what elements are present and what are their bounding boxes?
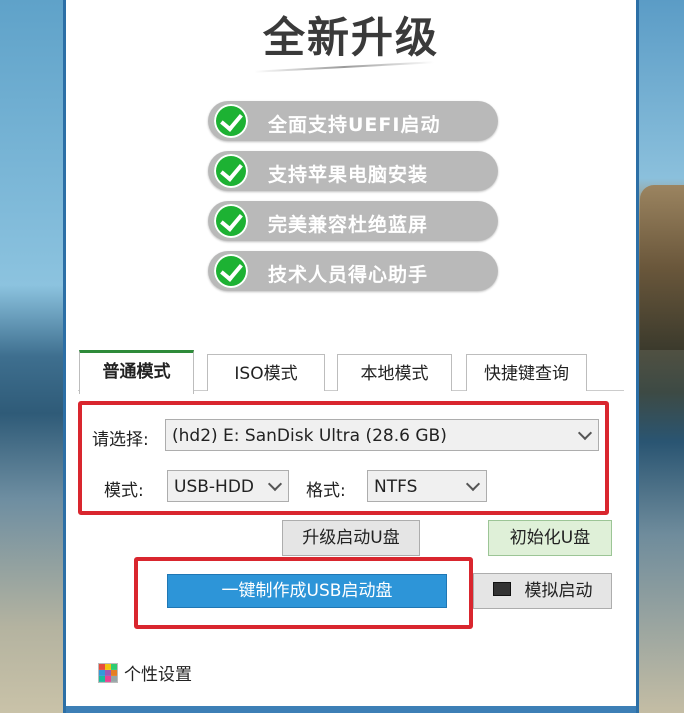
- feature-item-uefi: 全面支持UEFI启动: [208, 101, 498, 141]
- personal-settings-label: 个性设置: [124, 665, 192, 685]
- feature-label: 技术人员得心助手: [268, 264, 429, 286]
- check-icon: [214, 254, 248, 288]
- page-title: 全新升级: [262, 13, 439, 62]
- check-icon: [214, 154, 248, 188]
- console-icon: [492, 582, 511, 596]
- personal-settings-link[interactable]: 个性设置: [98, 660, 192, 685]
- highlight-box-device-settings: [78, 401, 609, 515]
- background-left-scenery: [0, 0, 66, 713]
- upgrade-usb-button[interactable]: 升级启动U盘: [282, 520, 420, 556]
- tab-local-mode[interactable]: 本地模式: [337, 354, 452, 391]
- feature-label: 完美兼容杜绝蓝屏: [268, 214, 429, 236]
- background-right-scenery: [636, 0, 684, 713]
- feature-item-tech: 技术人员得心助手: [208, 251, 498, 291]
- highlight-box-make-button: [134, 557, 473, 629]
- tab-hotkey-query[interactable]: 快捷键查询: [466, 354, 587, 391]
- palette-grid-icon: [98, 663, 118, 683]
- simulate-boot-button[interactable]: 模拟启动: [473, 573, 612, 609]
- init-usb-button[interactable]: 初始化U盘: [488, 520, 612, 556]
- window-bottom-bar: [66, 706, 636, 713]
- feature-item-apple: 支持苹果电脑安装: [208, 151, 498, 191]
- feature-item-compat: 完美兼容杜绝蓝屏: [208, 201, 498, 241]
- check-icon: [214, 104, 248, 138]
- feature-label: 全面支持UEFI启动: [268, 114, 441, 136]
- background-rock: [640, 185, 684, 350]
- tab-iso-mode[interactable]: ISO模式: [207, 354, 325, 391]
- app-window: 全新升级 全面支持UEFI启动 支持苹果电脑安装 完美兼容杜绝蓝屏 技术人员得心…: [66, 0, 636, 713]
- feature-label: 支持苹果电脑安装: [268, 164, 429, 186]
- tab-normal-mode[interactable]: 普通模式: [79, 350, 194, 394]
- check-icon: [214, 204, 248, 238]
- simulate-boot-label: 模拟启动: [524, 581, 593, 601]
